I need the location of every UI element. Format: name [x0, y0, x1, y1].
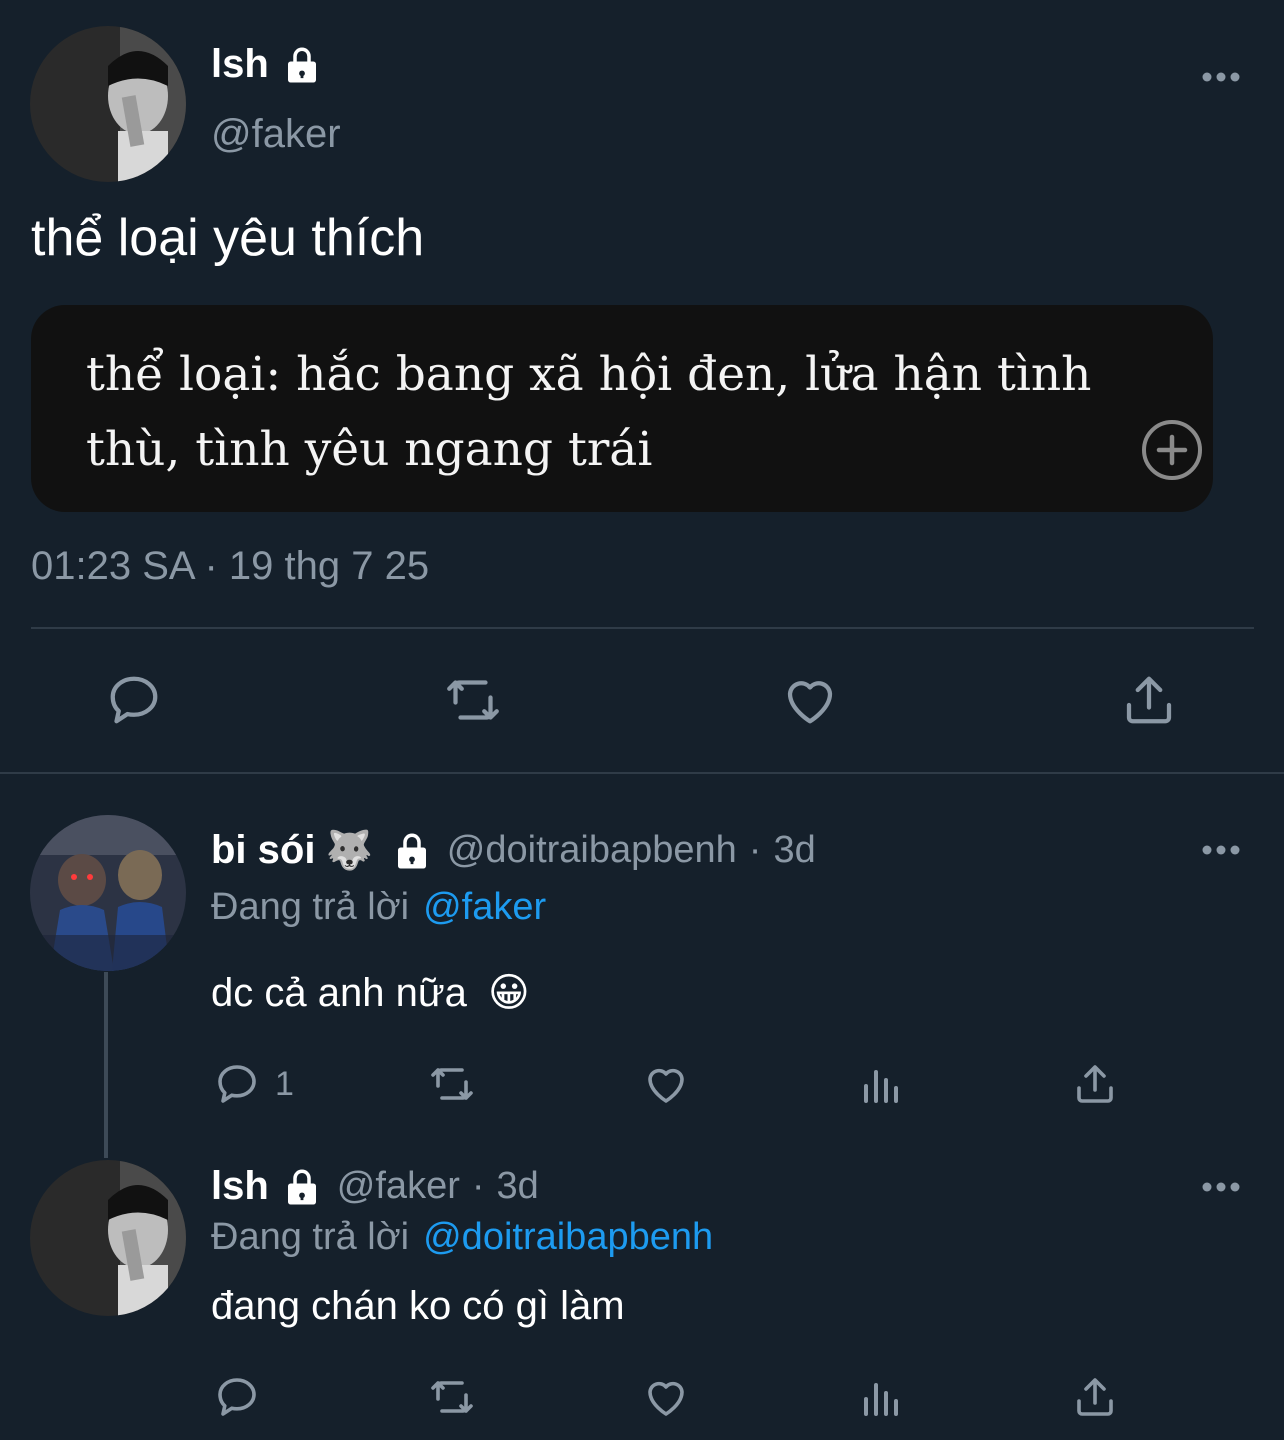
author-name[interactable]: lsh	[211, 42, 269, 87]
replying-to-label: Đang trả lời	[211, 1216, 410, 1258]
retweet-icon	[431, 1381, 473, 1413]
avatar[interactable]	[30, 815, 186, 971]
author-name[interactable]: lsh	[211, 1164, 269, 1209]
quote-card[interactable]: thể loại: hắc bang xã hội đen, lửa hận t…	[31, 305, 1213, 512]
avatar[interactable]	[30, 26, 186, 182]
like-icon	[648, 1381, 684, 1416]
replying-to-mention[interactable]: @doitraibapbenh	[423, 1216, 713, 1259]
separator-dot: ·	[748, 829, 762, 871]
grin-emoji: 😀	[487, 971, 530, 1015]
wolf-emoji: 🐺	[325, 829, 373, 872]
retweet-button[interactable]	[441, 670, 505, 730]
lock-icon	[281, 44, 323, 86]
views-icon	[864, 1383, 898, 1416]
share-icon	[1077, 1378, 1113, 1416]
divider	[0, 772, 1284, 774]
separator-dot: ·	[471, 1165, 485, 1207]
more-icon[interactable]	[1201, 1181, 1241, 1193]
share-icon	[1126, 676, 1172, 724]
avatar[interactable]	[30, 1160, 186, 1316]
retweet-icon	[447, 680, 499, 720]
views-icon	[864, 1070, 898, 1103]
like-button[interactable]	[641, 1060, 691, 1108]
retweet-button[interactable]	[425, 1373, 479, 1421]
reply-button[interactable]: 1	[213, 1060, 294, 1108]
reply-text-row: dc cả anh nữa 😀	[211, 970, 530, 1016]
share-button[interactable]	[1071, 1060, 1119, 1108]
share-icon	[1077, 1065, 1113, 1103]
tweet-timestamp[interactable]: 01:23 SA · 19 thg 7 25	[31, 544, 429, 589]
reply-time[interactable]: 3d	[497, 1165, 539, 1208]
tweet-text: thể loại yêu thích	[31, 209, 425, 267]
lock-icon	[391, 830, 433, 872]
lock-icon	[281, 1166, 323, 1208]
author-name-row: lsh	[211, 42, 323, 87]
author-handle[interactable]: @doitraibapbenh	[447, 829, 737, 872]
reply-text: dc cả anh nữa	[211, 971, 467, 1015]
reply-button[interactable]	[213, 1373, 261, 1421]
more-icon[interactable]	[1201, 71, 1241, 83]
reply-header: bi sói 🐺 @doitraibapbenh · 3d	[211, 828, 816, 873]
replying-to-line: Đang trả lời @faker	[211, 886, 546, 929]
add-circle-icon[interactable]	[1140, 418, 1204, 482]
replying-to-label: Đang trả lời	[211, 886, 410, 928]
author-name[interactable]: bi sói	[211, 828, 315, 873]
thread-connector	[104, 972, 108, 1158]
reply-text: đang chán ko có gì làm	[211, 1284, 625, 1328]
reply-button[interactable]	[104, 670, 164, 730]
author-handle[interactable]: @faker	[337, 1165, 460, 1208]
share-button[interactable]	[1119, 670, 1179, 730]
like-button[interactable]	[641, 1373, 691, 1421]
share-button[interactable]	[1071, 1373, 1119, 1421]
views-button[interactable]	[858, 1373, 906, 1421]
views-button[interactable]	[858, 1060, 906, 1108]
replying-to-line: Đang trả lời @doitraibapbenh	[211, 1216, 713, 1259]
reply-icon	[218, 1065, 256, 1103]
like-icon	[787, 681, 833, 724]
retweet-button[interactable]	[425, 1060, 479, 1108]
reply-header: lsh @faker · 3d	[211, 1164, 539, 1209]
like-button[interactable]	[780, 670, 840, 730]
reply-icon	[110, 676, 158, 724]
retweet-icon	[431, 1068, 473, 1100]
author-handle[interactable]: @faker	[211, 112, 341, 157]
more-icon[interactable]	[1201, 844, 1241, 856]
divider	[31, 627, 1254, 629]
reply-time[interactable]: 3d	[773, 829, 815, 872]
reply-count: 1	[275, 1064, 294, 1103]
replying-to-mention[interactable]: @faker	[423, 886, 546, 929]
reply-icon	[218, 1378, 256, 1416]
quote-text: thể loại: hắc bang xã hội đen, lửa hận t…	[86, 347, 1092, 477]
like-icon	[648, 1068, 684, 1103]
tweet-thread-page: lsh @faker thể loại yêu thích thể loại: …	[0, 0, 1284, 1440]
